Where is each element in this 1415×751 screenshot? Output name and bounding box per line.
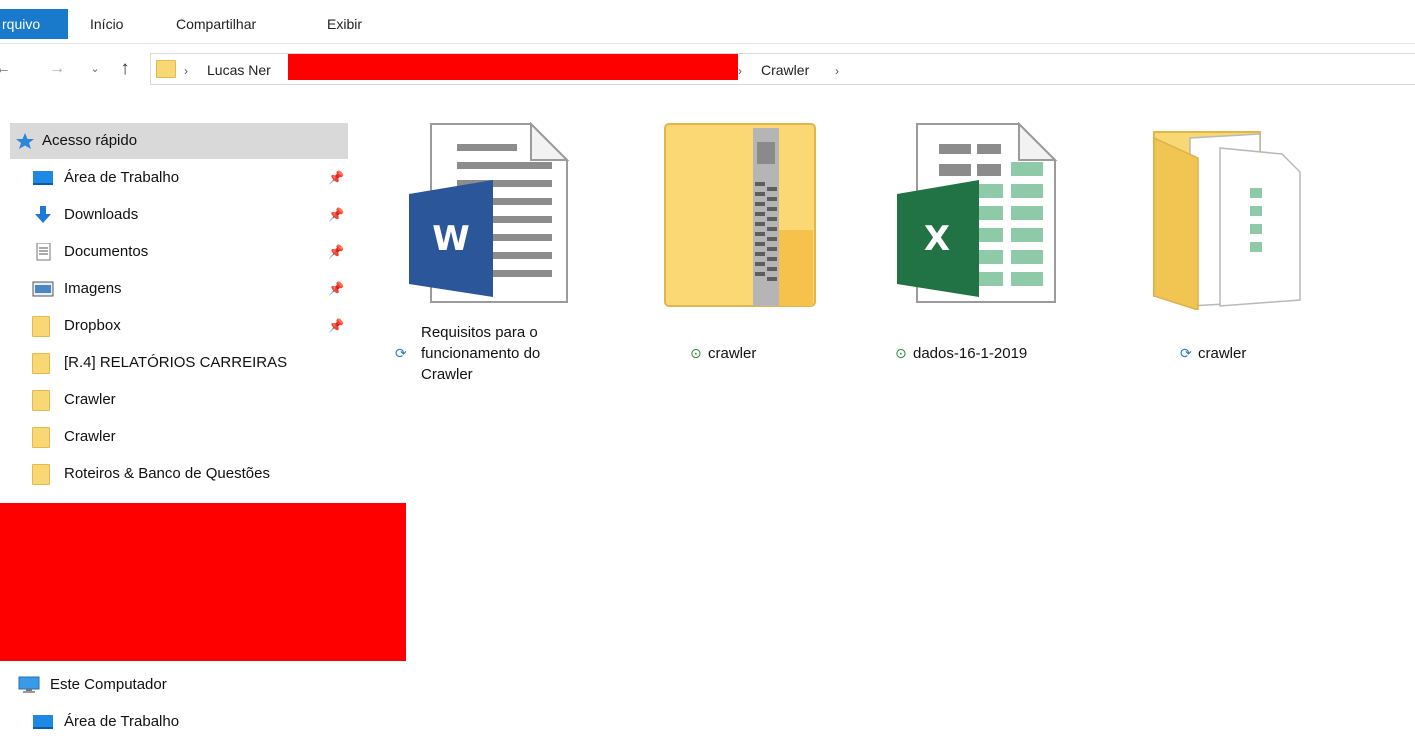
tab-share[interactable]: Compartilhar [166,9,266,39]
folder-icon [32,464,50,485]
folder-icon [1153,131,1301,310]
folder-icon [32,427,50,448]
sidebar-item-relatorios[interactable]: [R.4] RELATÓRIOS CARREIRAS [10,345,348,381]
sidebar-item-this-pc[interactable]: Este Computador [10,667,348,703]
folder-icon [32,353,50,374]
sidebar-item-downloads[interactable]: Downloads 📌 [10,197,348,233]
file-item-crawler-zip[interactable]: ⊙ crawler [660,122,860,372]
sidebar-item-label: Dropbox [64,317,121,334]
breadcrumb-crawler[interactable]: Crawler [761,61,809,79]
ribbon: rquivo Início Compartilhar Exibir [0,0,1415,44]
sidebar-item-quick-access[interactable]: Acesso rápido [10,123,348,159]
chevron-down-icon[interactable]: ⌄ [84,57,106,81]
zip-folder-icon [664,123,816,307]
file-name: crawler [1198,345,1247,362]
sidebar-item-dropbox[interactable]: Dropbox 📌 [10,308,348,344]
word-document-icon: W [409,122,570,303]
sidebar-item-desktop[interactable]: Área de Trabalho 📌 [10,160,348,196]
pin-icon[interactable]: 📌 [328,234,344,270]
file-item-dados[interactable]: X ⊙ dados-16-1-2019 [890,122,1090,372]
redaction-box [288,54,738,80]
redaction-box [0,503,406,661]
sidebar-item-label: Crawler [64,428,116,445]
sidebar-item-label: Downloads [64,206,139,223]
svg-text:X: X [924,219,950,259]
breadcrumb-separator[interactable]: › [835,62,839,80]
back-arrow-icon[interactable]: ← [0,57,14,81]
sidebar-item-this-pc-desktop[interactable]: Área de Trabalho [10,704,348,740]
file-label: ⟳ Requisitos para o funcionamento do Craw… [395,322,540,383]
pin-icon[interactable]: 📌 [328,160,344,196]
sidebar-item-label: Este Computador [50,676,167,693]
computer-icon [18,676,40,693]
sidebar-item-roteiros[interactable]: Roteiros & Banco de Questões [10,456,348,492]
svg-text:W: W [432,219,470,259]
pin-icon[interactable]: 📌 [328,197,344,233]
breadcrumb-user[interactable]: Lucas Ner [207,61,271,79]
breadcrumb-separator[interactable]: › [738,62,742,80]
breadcrumb-separator[interactable]: › [184,62,188,80]
sidebar-item-label: Área de Trabalho [64,169,180,186]
tab-view[interactable]: Exibir [317,9,372,39]
sidebar-item-label: Área de Trabalho [64,713,180,730]
file-name: dados-16-1-2019 [913,345,1028,362]
sidebar-item-label: Documentos [64,243,149,260]
pictures-icon [32,281,54,297]
navigation-bar: ← → ⌄ ↑ › Lucas Ner › Crawler › [0,52,1415,86]
excel-spreadsheet-icon: X [897,122,1058,303]
file-item-requisitos[interactable]: W ⟳ Requisitos para o funcionamento do Cr… [395,122,595,392]
file-item-crawler-folder[interactable]: ⟳ crawler [1150,122,1350,372]
sidebar-item-crawler[interactable]: Crawler [10,382,348,418]
file-label: ⟳ crawler [1180,322,1246,364]
folder-icon [156,60,176,78]
sync-icon: ⟳ [1180,345,1192,361]
tab-home[interactable]: Início [80,9,133,39]
file-name: crawler [708,345,757,362]
file-label: ⊙ dados-16-1-2019 [895,322,1027,364]
check-circle-icon: ⊙ [895,345,907,361]
forward-arrow-icon[interactable]: → [46,57,68,81]
tab-file[interactable]: rquivo [0,9,68,39]
desktop-icon [33,715,53,729]
desktop-icon [33,171,53,185]
address-bar[interactable]: › Lucas Ner › Crawler › [150,53,1415,85]
sidebar-item-label: Crawler [64,391,116,408]
star-icon [16,133,34,149]
folder-icon [32,316,50,337]
sidebar-item-label: Acesso rápido [42,132,138,149]
sidebar-item-crawler-2[interactable]: Crawler [10,419,348,455]
document-icon [36,243,51,261]
sidebar-item-label: Roteiros & Banco de Questões [64,465,270,482]
folder-icon [32,390,50,411]
sync-icon: ⟳ [395,345,407,361]
download-arrow-icon [35,206,51,223]
sidebar-item-pictures[interactable]: Imagens 📌 [10,271,348,307]
file-label: ⊙ crawler [690,322,756,364]
up-arrow-icon[interactable]: ↑ [114,57,136,81]
pin-icon[interactable]: 📌 [328,308,344,344]
check-circle-icon: ⊙ [690,345,702,361]
sidebar-item-label: [R.4] RELATÓRIOS CARREIRAS [64,354,288,371]
sidebar-item-documents[interactable]: Documentos 📌 [10,234,348,270]
file-name: Requisitos para o funcionamento do Crawl… [421,324,541,383]
sidebar-item-label: Imagens [64,280,122,297]
pin-icon[interactable]: 📌 [328,271,344,307]
